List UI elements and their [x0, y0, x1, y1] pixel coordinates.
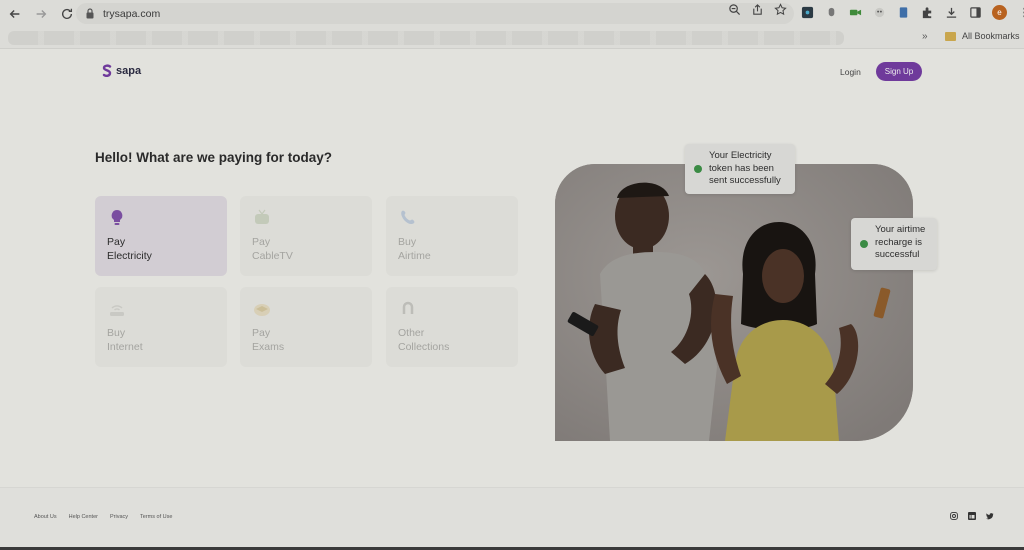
bookmarks-overflow-button[interactable]: » — [922, 31, 928, 42]
service-label-action: Buy — [107, 327, 126, 339]
airtime-success-toast: Your airtime recharge is successful — [851, 218, 937, 270]
footer-link-help[interactable]: Help Center — [69, 514, 98, 520]
browser-toolbar: trysapa.com e — [0, 0, 1024, 27]
all-bookmarks-button[interactable]: All Bookmarks — [945, 31, 1020, 41]
page-headline: Hello! What are we paying for today? — [95, 150, 333, 165]
toast-line: successful — [875, 249, 920, 260]
site-footer: About Us Help Center Privacy Terms of Us… — [0, 487, 1024, 550]
service-label-name: Internet — [107, 341, 143, 353]
electricity-success-toast: Your Electricity token has been sent suc… — [685, 144, 795, 194]
footer-link-terms[interactable]: Terms of Use — [140, 514, 172, 520]
profile-avatar[interactable]: e — [992, 5, 1007, 20]
logo-text: sapa — [116, 64, 142, 77]
side-panel-icon[interactable] — [968, 6, 982, 20]
star-icon[interactable] — [774, 3, 787, 16]
extension-record-icon[interactable] — [824, 6, 838, 20]
service-label-action: Pay — [252, 236, 271, 248]
folder-icon — [945, 31, 956, 41]
sapa-logo-icon — [102, 64, 112, 77]
instagram-icon[interactable] — [950, 512, 958, 520]
tv-icon — [255, 209, 269, 224]
service-label-action: Other — [398, 327, 425, 339]
reload-button[interactable] — [56, 3, 78, 25]
footer-link-about[interactable]: About Us — [34, 514, 57, 520]
reload-icon — [61, 8, 73, 19]
extension-document-icon[interactable] — [896, 6, 910, 20]
twitter-icon[interactable] — [986, 512, 994, 520]
extension-ghost-icon[interactable] — [872, 6, 886, 20]
service-label-name: CableTV — [252, 250, 293, 262]
router-icon — [110, 305, 124, 316]
hero-photo-illustration — [555, 164, 913, 441]
graduation-cap-icon — [254, 304, 270, 316]
extension-react-icon[interactable] — [800, 6, 814, 20]
forward-button[interactable] — [30, 3, 52, 25]
service-card-exams[interactable]: Pay Exams — [240, 287, 372, 367]
service-card-internet[interactable]: Buy Internet — [95, 287, 227, 367]
magnet-icon — [402, 301, 414, 314]
bookmarks-list-blurred — [8, 31, 844, 45]
service-label-name: Airtime — [398, 250, 431, 262]
toast-line: Your airtime — [875, 224, 926, 235]
service-label-name: Electricity — [107, 250, 152, 262]
footer-link-privacy[interactable]: Privacy — [110, 514, 128, 520]
bookmarks-bar: » All Bookmarks — [0, 27, 1024, 49]
service-label-action: Pay — [252, 327, 271, 339]
service-card-collections[interactable]: Other Collections — [386, 287, 518, 367]
all-bookmarks-label: All Bookmarks — [962, 31, 1020, 41]
phone-icon — [401, 210, 415, 225]
address-bar[interactable]: trysapa.com — [76, 3, 794, 24]
arrow-left-icon — [9, 9, 20, 18]
service-card-cabletv[interactable]: Pay CableTV — [240, 196, 372, 276]
menu-kebab-icon[interactable] — [1017, 6, 1024, 20]
service-card-electricity[interactable]: Pay Electricity — [95, 196, 227, 276]
signup-button[interactable]: Sign Up — [876, 62, 922, 81]
sapa-logo[interactable]: sapa — [102, 64, 141, 77]
toast-line: token has been — [709, 162, 774, 174]
lightbulb-icon — [111, 210, 123, 225]
toast-line: recharge is — [875, 236, 922, 248]
footer-links: About Us Help Center Privacy Terms of Us… — [34, 514, 172, 520]
url-text: trysapa.com — [103, 7, 161, 20]
social-links — [950, 512, 994, 520]
toast-line: Your Electricity — [709, 150, 772, 161]
extensions-puzzle-icon[interactable] — [920, 6, 934, 20]
service-label-action: Pay — [107, 236, 126, 248]
service-label-action: Buy — [398, 236, 417, 248]
success-check-icon — [694, 165, 702, 173]
toast-line: sent successfully — [709, 175, 781, 186]
back-button[interactable] — [4, 3, 26, 25]
service-label-name: Exams — [252, 341, 285, 353]
success-check-icon — [860, 240, 868, 248]
arrow-right-icon — [36, 9, 47, 18]
zoom-icon[interactable] — [728, 3, 741, 16]
service-card-airtime[interactable]: Buy Airtime — [386, 196, 518, 276]
hero-image — [555, 164, 913, 441]
service-label-name: Collections — [398, 341, 450, 353]
login-link[interactable]: Login — [840, 67, 861, 77]
linkedin-icon[interactable] — [968, 512, 976, 520]
extension-camera-icon[interactable] — [848, 6, 862, 20]
lock-icon — [86, 8, 94, 19]
download-icon[interactable] — [944, 6, 958, 20]
share-icon[interactable] — [751, 3, 764, 16]
